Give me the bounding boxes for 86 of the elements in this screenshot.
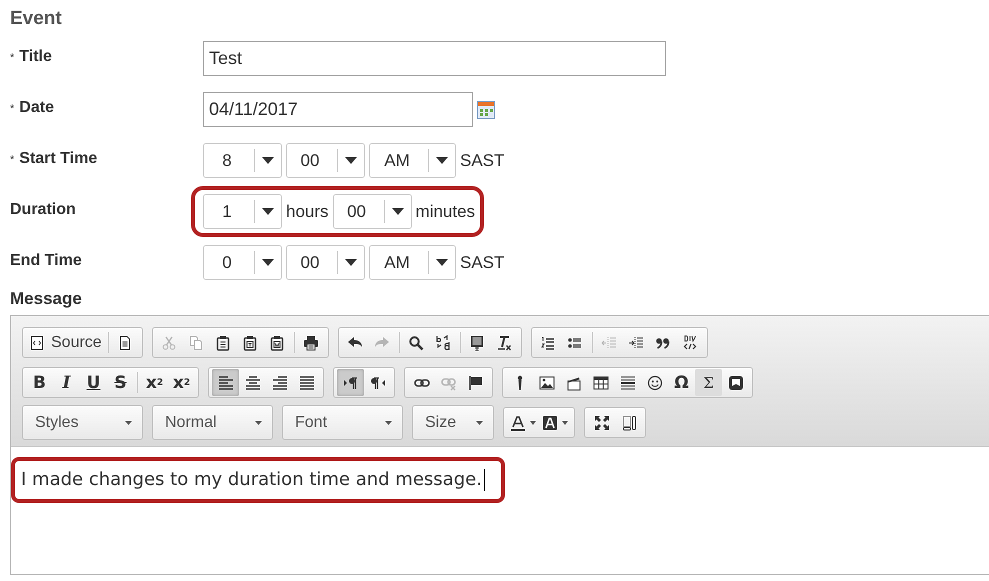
printer-icon <box>303 334 320 350</box>
caret-icon <box>530 420 536 424</box>
justify-icon <box>298 374 314 390</box>
replace-icon <box>435 334 452 350</box>
timezone-label: SAST <box>460 252 504 272</box>
dropdown[interactable]: 8 <box>203 143 282 178</box>
toolbar-button[interactable]: S <box>107 369 134 396</box>
date-field[interactable]: 04/11/2017 <box>203 92 473 127</box>
image-icon <box>538 374 554 390</box>
toolbar-button[interactable]: U <box>80 369 107 396</box>
section-heading: Event <box>10 8 63 31</box>
dropdown[interactable]: AM <box>369 245 456 280</box>
div-icon <box>682 334 698 350</box>
document-icon <box>469 334 486 350</box>
text-color-icon <box>510 414 526 430</box>
dropdown[interactable]: 0 <box>203 245 282 280</box>
editor-text[interactable]: I made changes to my duration time and message. <box>11 457 505 504</box>
caret-icon <box>562 420 568 424</box>
dropdown[interactable]: Normal <box>152 405 273 440</box>
align-right-icon <box>272 374 288 390</box>
caret-icon <box>436 259 448 266</box>
scissors-icon <box>161 334 178 350</box>
field-label: Date <box>19 99 54 117</box>
indent-icon <box>628 334 644 350</box>
toolbar-button[interactable]: Σ <box>695 369 722 396</box>
caret-icon <box>125 420 132 424</box>
required-marker: * <box>10 154 14 166</box>
dropdown[interactable]: Styles <box>22 405 143 440</box>
timezone-label: SAST <box>460 150 504 170</box>
caret-icon <box>476 420 483 424</box>
required-marker: * <box>10 52 14 64</box>
caret-icon <box>262 157 274 164</box>
background-color-icon <box>542 414 558 430</box>
calendar-icon <box>477 100 495 118</box>
unit-label: hours <box>286 202 329 222</box>
source-icon <box>29 334 45 350</box>
dropdown[interactable]: 00 <box>286 245 365 280</box>
caret-icon <box>436 157 448 164</box>
clipboard-icon <box>242 334 258 350</box>
toolbar-button[interactable] <box>212 369 239 396</box>
align-center-icon <box>244 374 260 390</box>
caret-icon <box>262 259 274 266</box>
field-label: Duration <box>10 201 76 219</box>
align-left-icon <box>218 374 234 390</box>
field-label: Title <box>19 48 52 66</box>
text-field[interactable]: Test <box>203 41 666 76</box>
show-blocks-icon <box>620 414 636 430</box>
toolbar-button[interactable]: Ω <box>668 369 695 396</box>
flag-icon <box>468 374 484 390</box>
copy-icon <box>188 334 204 350</box>
required-marker: * <box>10 103 14 115</box>
remove-format-icon <box>496 334 512 350</box>
toolbar-button[interactable] <box>337 369 364 396</box>
search-icon <box>408 334 424 350</box>
frame-icon <box>728 374 744 390</box>
caret-icon <box>345 157 357 164</box>
dropdown[interactable]: Size <box>412 405 494 440</box>
field-label: End Time <box>10 252 82 270</box>
toolbar-button[interactable]: x$^{2}$ <box>168 369 195 396</box>
dropdown[interactable]: AM <box>369 143 456 178</box>
maximize-icon <box>594 414 610 430</box>
smiley-icon <box>646 374 662 390</box>
dropdown[interactable]: 1 <box>203 194 282 229</box>
caret-icon <box>255 420 262 424</box>
field-label: Start Time <box>19 150 98 168</box>
caret-icon <box>262 208 274 215</box>
clipboard-icon <box>269 334 286 350</box>
field-label: Message <box>10 289 83 310</box>
horizontal-rule-icon <box>620 374 636 390</box>
clipboard-icon <box>215 334 232 350</box>
paragraph-ltr-icon <box>342 374 358 390</box>
table-icon <box>592 374 608 390</box>
numbered-list-icon <box>540 334 556 350</box>
unit-label: minutes <box>416 202 476 222</box>
dropdown[interactable]: 00 <box>332 194 412 229</box>
dropdown[interactable]: 00 <box>286 143 365 178</box>
toolbar-button[interactable]: I <box>53 369 80 396</box>
caret-icon <box>345 259 357 266</box>
clapperboard-icon <box>566 374 582 390</box>
toolbar-button[interactable]: B <box>26 369 53 396</box>
outdent-icon <box>601 334 618 350</box>
dropdown[interactable]: Font <box>282 405 403 440</box>
caret-icon <box>392 208 404 215</box>
caret-icon <box>385 420 392 424</box>
toolbar-button[interactable]: Source <box>26 329 105 356</box>
paragraph-rtl-icon <box>370 374 386 390</box>
